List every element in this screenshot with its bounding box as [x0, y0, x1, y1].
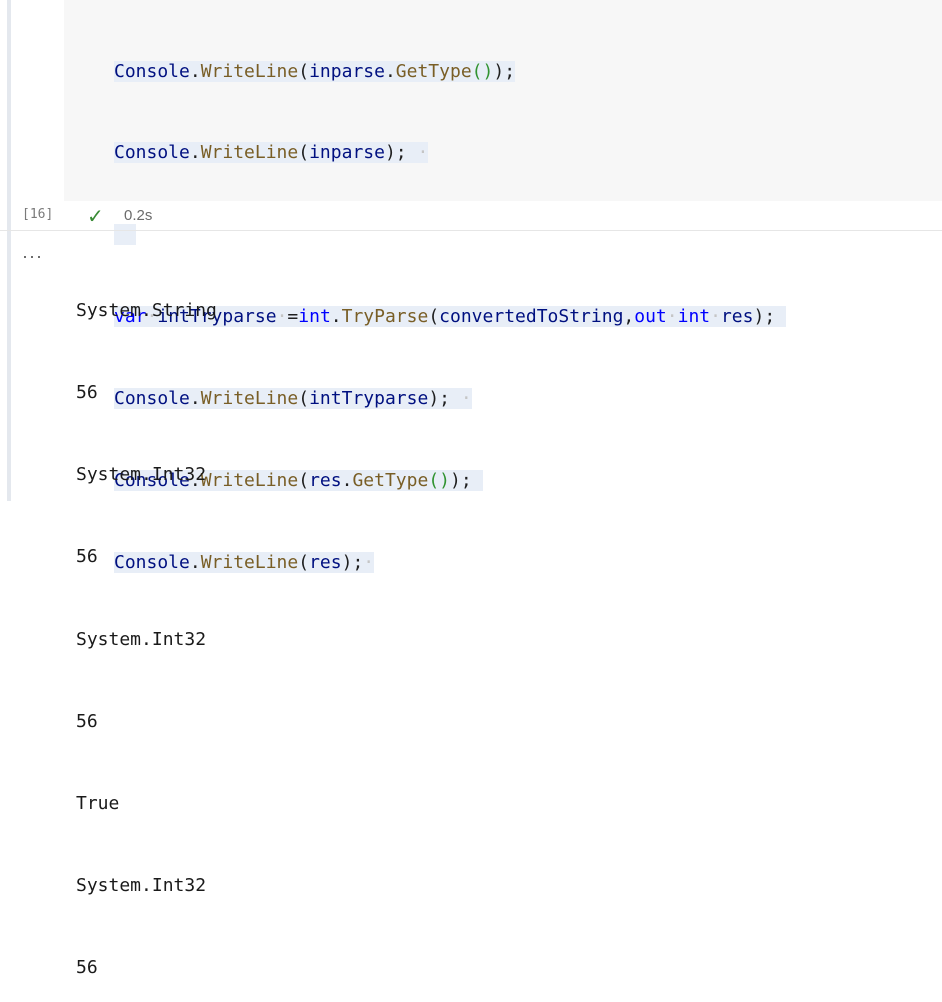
code-token: ( [298, 142, 310, 164]
code-token: ) [341, 551, 353, 573]
code-token: WriteLine [200, 60, 299, 82]
code-token: GetType [352, 470, 429, 492]
output-line: System.Int32 [76, 464, 207, 486]
output-line: System.Int32 [76, 875, 207, 897]
check-icon: ✓ [87, 206, 104, 228]
code-token: res [309, 551, 342, 573]
code-token: () [428, 470, 450, 492]
cell-focus-bar[interactable] [7, 0, 11, 501]
code-token: out [634, 306, 667, 328]
code-token: ; [439, 388, 450, 410]
code-token: ; [460, 470, 472, 492]
output-line: 56 [76, 957, 98, 979]
output-line: 56 [76, 546, 98, 568]
output-line: System.String [76, 299, 217, 321]
code-token: ) [428, 388, 440, 410]
code-token: WriteLine [200, 142, 299, 164]
output-line: 56 [76, 382, 98, 404]
code-token: ; [764, 306, 776, 328]
code-token: . [189, 60, 201, 82]
code-token: = [287, 306, 299, 328]
code-token: ( [298, 470, 310, 492]
code-token: intTryparse [309, 388, 429, 410]
code-token: . [341, 470, 353, 492]
code-token: GetType [395, 60, 472, 82]
code-token: inparse [309, 60, 385, 82]
execution-count: [16] [22, 207, 54, 222]
execution-time: 0.2s [124, 207, 153, 224]
code-token: . [189, 142, 201, 164]
code-token: int [298, 306, 331, 328]
code-line: Console.WriteLine(inparse); · [114, 142, 429, 164]
notebook-page: Console.WriteLine(inparse.GetType()); Co… [0, 0, 942, 978]
code-token: ) [753, 306, 765, 328]
code-token: , [623, 306, 635, 328]
output-line: System.Int32 [76, 628, 207, 650]
cell-output: System.String 56 System.Int32 56 System.… [76, 242, 217, 1002]
code-token: inparse [309, 142, 385, 164]
code-token: ; [395, 142, 407, 164]
ellipsis-icon[interactable]: ··· [22, 246, 43, 267]
code-token: ) [384, 142, 396, 164]
code-token: ( [298, 60, 310, 82]
output-line: True [76, 793, 120, 815]
code-token: . [384, 60, 396, 82]
code-token: Console [114, 142, 190, 164]
code-line: Console.WriteLine(inparse.GetType()); [114, 58, 786, 85]
code-token: ( [298, 551, 310, 573]
code-token: TryParse [341, 306, 429, 328]
code-token: ) [450, 470, 461, 492]
code-token: ) [493, 60, 505, 82]
code-token: ; [504, 60, 516, 82]
code-token: ( [428, 306, 440, 328]
code-token: ; [352, 551, 364, 573]
code-token: . [330, 306, 342, 328]
code-token: int [677, 306, 711, 328]
output-line: 56 [76, 710, 98, 732]
code-token: ( [298, 388, 310, 410]
code-token: res [720, 306, 754, 328]
code-token: Console [114, 60, 190, 82]
cell-divider [0, 230, 942, 231]
code-token: () [471, 60, 494, 82]
code-token: convertedToString [439, 306, 624, 328]
code-token: res [309, 470, 342, 492]
